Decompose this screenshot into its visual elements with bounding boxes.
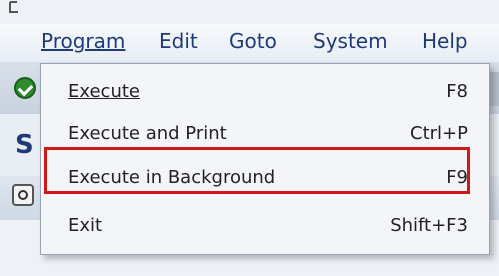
menu-item-exit[interactable]: Exit Shift+F3	[41, 210, 489, 244]
app-icon	[9, 1, 18, 13]
clock-icon[interactable]	[12, 184, 34, 206]
menu-item-shortcut: F8	[446, 81, 468, 102]
menu-bar: Program Edit Goto System Help	[0, 24, 499, 62]
highlight-annotation	[44, 147, 470, 194]
page-title-fragment: S	[15, 130, 34, 160]
menu-item-label: Exit	[68, 215, 103, 236]
menu-edit[interactable]: Edit	[159, 29, 198, 53]
menu-item-shortcut: Ctrl+P	[410, 123, 468, 144]
menu-item-label: Execute and Print	[68, 123, 227, 144]
menu-help[interactable]: Help	[422, 29, 468, 53]
menu-item-label: Execute	[68, 81, 140, 102]
menu-item-shortcut: Shift+F3	[390, 215, 468, 236]
menu-system[interactable]: System	[313, 29, 388, 53]
check-icon[interactable]	[14, 77, 36, 99]
menu-program[interactable]: Program	[41, 29, 125, 53]
program-dropdown-menu: Execute F8 Execute and Print Ctrl+P Exec…	[40, 63, 490, 255]
menu-item-execute[interactable]: Execute F8	[41, 76, 489, 110]
menu-goto[interactable]: Goto	[229, 29, 277, 53]
